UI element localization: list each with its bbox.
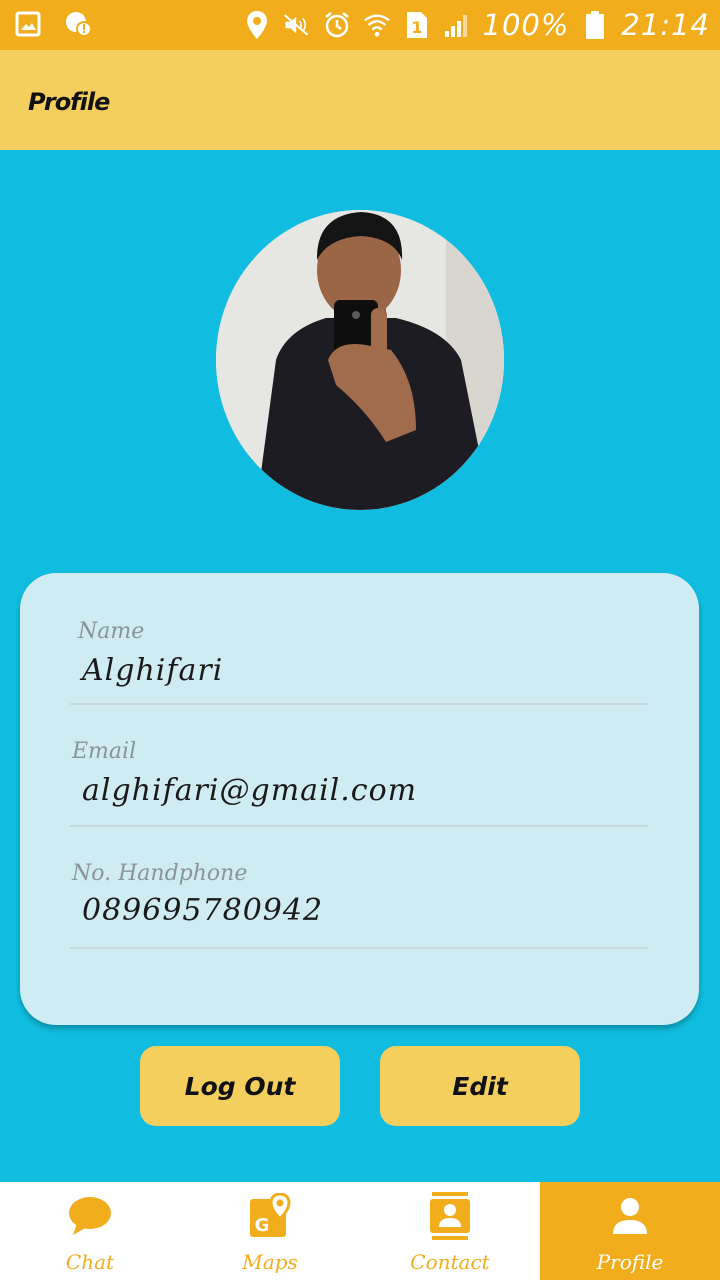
- sim-icon: 1: [403, 11, 431, 39]
- status-bar: 1 100% 21:14: [0, 0, 720, 50]
- clock: 21:14: [621, 8, 710, 42]
- page-title: Profile: [28, 88, 110, 116]
- profile-icon: [606, 1192, 654, 1240]
- name-label: Name: [78, 619, 145, 644]
- notification-badge-icon: [64, 10, 92, 38]
- status-bar-left: [14, 10, 92, 38]
- nav-label-contact: Contact: [410, 1250, 490, 1274]
- alarm-icon: [323, 11, 351, 39]
- email-value: alghifari@gmail.com: [82, 773, 418, 808]
- wifi-icon: [363, 11, 391, 39]
- nav-label-maps: Maps: [242, 1250, 298, 1274]
- nav-item-maps[interactable]: G Maps: [180, 1182, 360, 1280]
- signal-icon: [443, 11, 471, 39]
- profile-card: Name Alghifari Email alghifari@gmail.com…: [20, 573, 699, 1025]
- contact-icon: [426, 1192, 474, 1240]
- name-value: Alghifari: [82, 653, 224, 688]
- nav-label-chat: Chat: [65, 1250, 115, 1274]
- chat-icon: [66, 1192, 114, 1240]
- battery-percentage: 100%: [482, 8, 570, 42]
- email-field: Email alghifari@gmail.com: [70, 705, 648, 827]
- location-icon: [243, 11, 271, 39]
- edit-button[interactable]: Edit: [380, 1046, 580, 1126]
- bottom-navigation: Chat G Maps Contact Profile: [0, 1182, 720, 1280]
- name-field: Name Alghifari: [70, 583, 648, 705]
- svg-text:G: G: [255, 1215, 270, 1236]
- app-bar: Profile: [0, 50, 720, 150]
- phone-field: No. Handphone 089695780942: [70, 827, 648, 949]
- logout-button[interactable]: Log Out: [140, 1046, 340, 1126]
- status-bar-right: 1 100% 21:14: [243, 6, 711, 44]
- phone-value: 089695780942: [82, 893, 324, 928]
- gallery-icon: [14, 10, 42, 38]
- profile-avatar[interactable]: [216, 210, 504, 510]
- email-label: Email: [72, 739, 137, 764]
- phone-label: No. Handphone: [72, 861, 248, 886]
- nav-label-profile: Profile: [596, 1250, 664, 1274]
- avatar-photo: [216, 210, 504, 510]
- battery-icon: [581, 11, 609, 39]
- nav-item-contact[interactable]: Contact: [360, 1182, 540, 1280]
- nav-item-chat[interactable]: Chat: [0, 1182, 180, 1280]
- mute-icon: [283, 11, 311, 39]
- nav-item-profile[interactable]: Profile: [540, 1182, 720, 1280]
- sim-slot-number: 1: [411, 18, 422, 37]
- maps-icon: G: [246, 1192, 294, 1240]
